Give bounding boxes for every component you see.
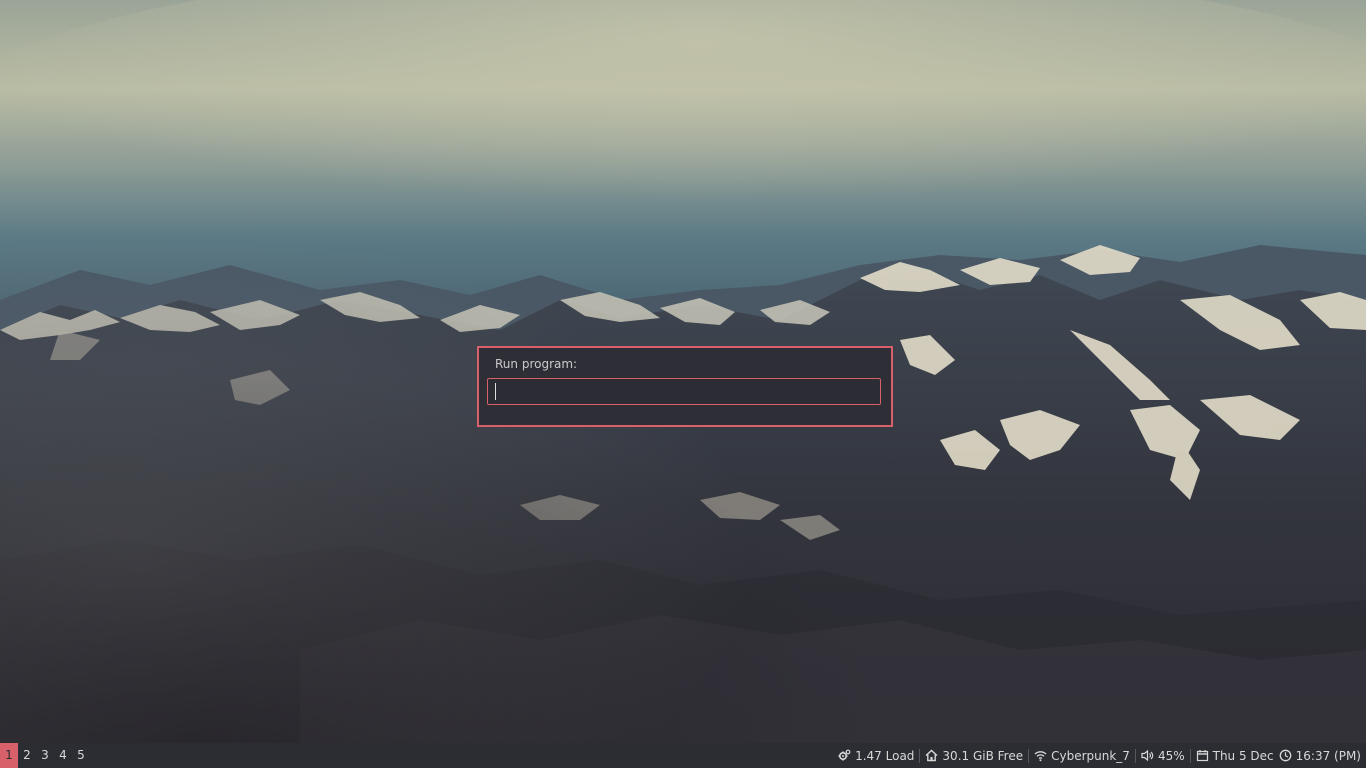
speaker-icon xyxy=(1141,749,1154,762)
home-icon xyxy=(925,749,938,762)
run-program-label: Run program: xyxy=(495,357,578,371)
wifi-widget: Cyberpunk_7 xyxy=(1029,743,1135,768)
workspace-switcher: 1 2 3 4 5 xyxy=(0,743,90,768)
volume-value: 45% xyxy=(1157,748,1185,763)
clock-widget: 16:37 (PM) xyxy=(1276,743,1362,768)
run-program-dialog: Run program: xyxy=(477,346,893,427)
calendar-icon xyxy=(1196,749,1209,762)
date-value: Thu 5 Dec xyxy=(1212,748,1274,763)
status-widgets: 1.47 Load 30.1 GiB Free Cyberpunk_7 45% … xyxy=(833,743,1362,768)
workspace-4[interactable]: 4 xyxy=(54,743,72,768)
text-caret xyxy=(495,383,496,400)
volume-widget[interactable]: 45% xyxy=(1136,743,1190,768)
wifi-icon xyxy=(1034,749,1047,762)
disk-widget: 30.1 GiB Free xyxy=(920,743,1028,768)
clock-icon xyxy=(1279,749,1292,762)
status-bar: 1 2 3 4 5 1.47 Load 30.1 GiB Free Cyberp… xyxy=(0,743,1366,768)
workspace-2[interactable]: 2 xyxy=(18,743,36,768)
run-program-input[interactable] xyxy=(487,378,881,405)
time-value: 16:37 (PM) xyxy=(1295,748,1361,763)
workspace-5[interactable]: 5 xyxy=(72,743,90,768)
gears-icon xyxy=(838,749,851,762)
disk-free-value: 30.1 GiB Free xyxy=(942,748,1024,763)
date-widget: Thu 5 Dec xyxy=(1191,743,1276,768)
cpu-load-value: 1.47 Load xyxy=(855,748,915,763)
workspace-3[interactable]: 3 xyxy=(36,743,54,768)
cpu-load-widget: 1.47 Load xyxy=(833,743,919,768)
workspace-1[interactable]: 1 xyxy=(0,743,18,768)
wifi-ssid: Cyberpunk_7 xyxy=(1051,748,1130,763)
